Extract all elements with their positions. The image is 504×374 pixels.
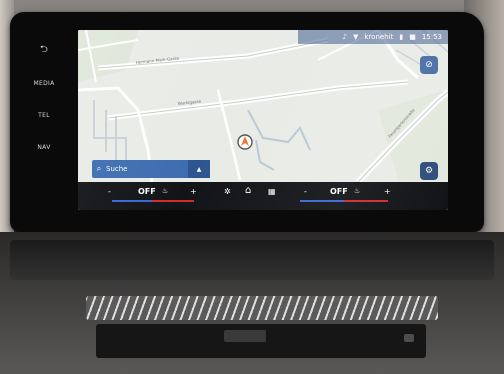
air-vent [86,296,438,320]
fan-icon[interactable]: ✲ [224,187,231,196]
status-bar: ♪ ▼ kronehit ▮ ■ 15:53 [298,30,448,44]
view-toggle-icon[interactable]: ⊘ [420,56,438,74]
tray-indicator [404,334,414,342]
radio-station: kronehit [364,33,394,41]
right-temp-value[interactable]: OFF [330,187,348,196]
seat-heat-icon[interactable]: ♨ [354,187,360,195]
notification-icon: ♪ [342,33,347,41]
profile-icon: ■ [409,33,416,41]
clock: 15:53 [421,33,442,41]
left-temp-warm-bar [152,200,194,202]
settings-icon[interactable]: ⚙ [420,162,438,180]
dashboard-shelf [10,240,494,280]
right-temp-increase[interactable]: + [384,187,391,196]
left-button-rail: ⮌ MEDIA TEL NAV [16,22,76,212]
vehicle-position-icon [237,134,253,150]
car-dashboard-scene: ⮌ MEDIA TEL NAV Hermann-Mark-Gasse Wurtz… [0,0,504,374]
search-label: Suche [106,165,128,173]
search-field[interactable]: ⌕ Suche ▲ [92,160,210,178]
tel-button[interactable]: TEL [16,112,72,119]
nav-button[interactable]: NAV [16,144,72,151]
right-temp-decrease[interactable]: - [304,187,307,196]
right-temp-warm-bar [344,200,388,202]
media-button[interactable]: MEDIA [16,80,72,87]
search-icon: ⌕ [96,164,102,173]
phone-signal-icon: ▮ [399,33,404,41]
tray-slot [224,330,266,342]
left-temp-cold-bar [112,200,152,202]
left-temp-value[interactable]: OFF [138,187,156,196]
left-temp-decrease[interactable]: - [108,187,111,196]
apps-grid-icon[interactable]: ▦ [268,187,276,196]
play-indicator-icon: ▼ [353,33,359,41]
climate-bar: - OFF ♨ + ✲ ⌂ ▦ - OFF ♨ + [78,182,448,210]
right-temp-cold-bar [300,200,344,202]
expand-button[interactable]: ▲ [188,160,210,178]
infotainment-screen: Hermann-Mark-Gasse Wurtzgasse Fasangarte… [78,30,448,210]
seat-heat-icon[interactable]: ♨ [162,187,168,195]
home-icon[interactable]: ⌂ [245,185,251,196]
left-temp-increase[interactable]: + [190,187,197,196]
back-button[interactable]: ⮌ [16,42,72,59]
